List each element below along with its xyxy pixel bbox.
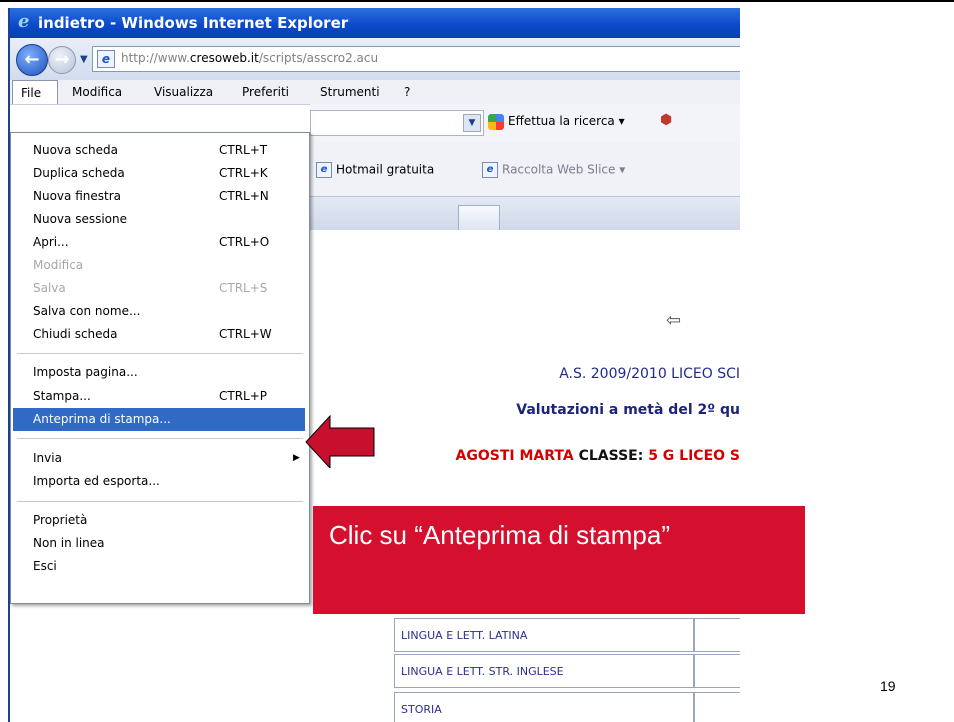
menu-item-esci[interactable]: Esci — [13, 555, 305, 578]
menu-item-nuova-scheda[interactable]: Nuova scheda CTRL+T — [13, 139, 305, 162]
subject-cell: LINGUA E LETT. LATINA — [394, 618, 694, 652]
back-arrow-icon[interactable]: ⇦ — [666, 310, 681, 331]
grade-cell — [694, 654, 740, 688]
address-bar[interactable]: e http://www.cresoweb.it/scripts/asscro2… — [92, 46, 740, 72]
history-dropdown-icon[interactable]: ▼ — [80, 54, 88, 65]
menu-item-imposta-pagina[interactable]: Imposta pagina... — [13, 361, 305, 384]
ie-page-icon: e — [482, 162, 498, 178]
ie-logo-icon: e — [18, 11, 30, 32]
school-year-heading: A.S. 2009/2010 LICEO SCI — [559, 366, 740, 382]
menu-item-nuova-sessione[interactable]: Nuova sessione — [13, 208, 305, 231]
callout-text: Clic su “Anteprima di stampa” — [329, 520, 670, 550]
class-label: CLASSE: — [578, 448, 644, 464]
menu-item-invia[interactable]: Invia ▶ — [13, 447, 305, 470]
menu-visualizza[interactable]: Visualizza — [154, 80, 213, 104]
menu-item-duplica-scheda[interactable]: Duplica scheda CTRL+K — [13, 162, 305, 185]
menu-file[interactable]: File — [12, 80, 58, 104]
menu-item-importa-esporta[interactable]: Importa ed esporta... — [13, 470, 305, 493]
tab-strip — [310, 196, 740, 232]
chevron-down-icon[interactable]: ▼ — [463, 114, 481, 132]
toolbar-extra-icon[interactable]: ⬢ — [660, 112, 672, 128]
class-value: 5 G LICEO S — [648, 448, 740, 464]
fav-hotmail[interactable]: e Hotmail gratuita — [316, 162, 434, 178]
search-button[interactable]: Effettua la ricerca ▾ — [508, 114, 625, 128]
table-row: LINGUA E LETT. LATINA — [394, 618, 740, 654]
grade-cell — [694, 618, 740, 652]
menu-item-salva: Salva CTRL+S — [33, 281, 268, 295]
ie-page-icon: e — [316, 162, 332, 178]
table-row: LINGUA E LETT. STR. INGLESE — [394, 654, 740, 690]
forward-button[interactable]: → — [48, 46, 76, 74]
title-bar: e indietro - Windows Internet Explorer — [10, 8, 740, 38]
search-input[interactable]: ▼ — [310, 110, 484, 136]
menu-item-chiudi-scheda[interactable]: Chiudi scheda CTRL+W — [13, 323, 305, 346]
menu-help[interactable]: ? — [404, 80, 410, 104]
url-text: http://www.cresoweb.it/scripts/asscro2.a… — [121, 51, 379, 65]
menu-item-salva-con-nome[interactable]: Salva con nome... — [13, 300, 305, 323]
menu-item-stampa[interactable]: Stampa... CTRL+P — [13, 385, 305, 408]
page-content: ⇦ A.S. 2009/2010 LICEO SCI Valutazioni a… — [310, 230, 740, 722]
pointer-arrow-icon — [305, 414, 375, 468]
menu-item-anteprima-di-stampa[interactable]: Anteprima di stampa... — [13, 408, 305, 431]
menu-item-nuova-finestra[interactable]: Nuova finestra CTRL+N — [13, 185, 305, 208]
menu-separator — [17, 501, 303, 502]
menu-separator — [17, 353, 303, 354]
menu-bar: File Modifica Visualizza Preferiti Strum… — [10, 80, 740, 105]
student-name: AGOSTI MARTA — [455, 448, 574, 464]
window-title: indietro - Windows Internet Explorer — [38, 14, 349, 32]
new-tab-button[interactable] — [458, 205, 500, 232]
grade-cell — [694, 692, 740, 722]
address-row: ← → ▼ e http://www.cresoweb.it/scripts/a… — [10, 38, 740, 80]
google-icon — [488, 114, 504, 130]
instruction-callout: Clic su “Anteprima di stampa” — [313, 506, 805, 614]
search-toolbar: ▼ Effettua la ricerca ▾ ⬢ — [310, 104, 740, 143]
menu-preferiti[interactable]: Preferiti — [242, 80, 289, 104]
menu-item-proprieta[interactable]: Proprietà — [13, 509, 305, 532]
back-button[interactable]: ← — [16, 44, 48, 76]
subject-cell: STORIA — [394, 692, 694, 722]
slide-top-border — [0, 0, 954, 2]
subject-cell: LINGUA E LETT. STR. INGLESE — [394, 654, 694, 688]
page-icon: e — [97, 50, 115, 68]
menu-item-non-in-linea[interactable]: Non in linea — [13, 532, 305, 555]
menu-strumenti[interactable]: Strumenti — [320, 80, 380, 104]
fav-webslice[interactable]: e Raccolta Web Slice ▾ — [482, 162, 625, 178]
menu-separator — [17, 438, 303, 439]
menu-modifica[interactable]: Modifica — [72, 80, 122, 104]
menu-item-apri[interactable]: Apri... CTRL+O — [13, 231, 305, 254]
slide-page-number: 19 — [880, 678, 896, 694]
favorites-bar: e Hotmail gratuita e Raccolta Web Slice ▾ — [310, 142, 740, 232]
table-row: STORIA — [394, 692, 740, 722]
submenu-arrow-icon: ▶ — [293, 453, 300, 463]
menu-item-modifica: Modifica — [33, 258, 84, 272]
file-menu-dropdown: Nuova scheda CTRL+T Duplica scheda CTRL+K … — [10, 132, 310, 604]
